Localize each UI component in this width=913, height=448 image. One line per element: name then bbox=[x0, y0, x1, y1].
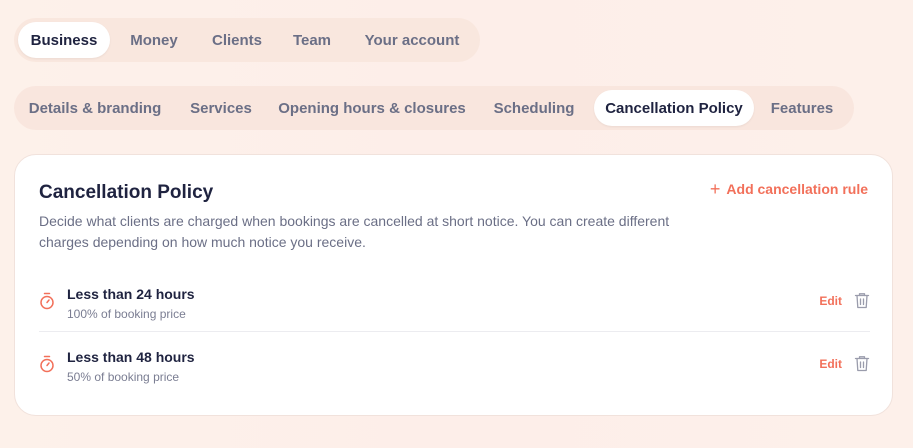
tab-services[interactable]: Services bbox=[172, 90, 270, 126]
tab-cancellation-policy[interactable]: Cancellation Policy bbox=[594, 90, 754, 126]
rule-title: Less than 48 hours bbox=[67, 349, 195, 365]
tab-opening-hours[interactable]: Opening hours & closures bbox=[270, 90, 474, 126]
tab-details-branding[interactable]: Details & branding bbox=[18, 90, 172, 126]
add-rule-label: Add cancellation rule bbox=[726, 181, 868, 197]
edit-button[interactable]: Edit bbox=[819, 294, 842, 308]
tab-business[interactable]: Business bbox=[18, 22, 110, 58]
rules-list: Less than 24 hours 100% of booking price… bbox=[39, 269, 870, 393]
cancellation-policy-card: Cancellation Policy Decide what clients … bbox=[14, 154, 893, 416]
tab-scheduling[interactable]: Scheduling bbox=[474, 90, 594, 126]
stopwatch-icon bbox=[40, 355, 54, 373]
edit-button[interactable]: Edit bbox=[819, 357, 842, 371]
tab-clients[interactable]: Clients bbox=[198, 22, 276, 58]
stopwatch-icon bbox=[40, 292, 54, 310]
rule-title: Less than 24 hours bbox=[67, 286, 195, 302]
primary-tab-bar: Business Money Clients Team Your account bbox=[14, 18, 480, 62]
add-cancellation-rule-button[interactable]: + Add cancellation rule bbox=[709, 179, 868, 199]
tab-features[interactable]: Features bbox=[754, 90, 850, 126]
tab-money[interactable]: Money bbox=[110, 22, 198, 58]
trash-icon[interactable] bbox=[854, 355, 870, 372]
tab-team[interactable]: Team bbox=[276, 22, 348, 58]
rule-subtitle: 50% of booking price bbox=[67, 370, 180, 384]
trash-icon[interactable] bbox=[854, 292, 870, 309]
settings-tab-bar: Details & branding Services Opening hour… bbox=[14, 86, 854, 130]
plus-icon: + bbox=[709, 179, 721, 199]
tab-your-account[interactable]: Your account bbox=[348, 22, 476, 58]
list-item: Less than 48 hours 50% of booking price … bbox=[39, 331, 870, 393]
rule-subtitle: 100% of booking price bbox=[67, 307, 186, 321]
card-description: Decide what clients are charged when boo… bbox=[39, 213, 670, 250]
card-title: Cancellation Policy bbox=[39, 182, 214, 203]
list-item: Less than 24 hours 100% of booking price… bbox=[39, 269, 870, 331]
